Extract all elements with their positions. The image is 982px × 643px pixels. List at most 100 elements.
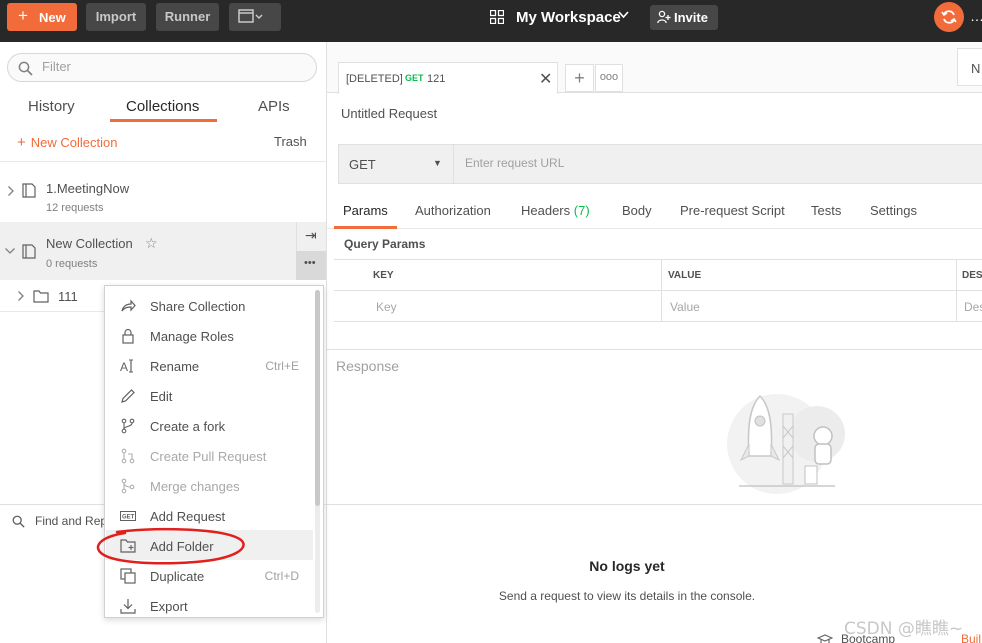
expand-panel-button[interactable]: ⇥ <box>296 222 326 251</box>
menu-item-manage-roles[interactable]: Manage Roles <box>106 320 313 350</box>
menu-item-label: Create Pull Request <box>150 449 267 464</box>
tab-body[interactable]: Body <box>622 203 652 218</box>
request-area: [DELETED] GET 121 ✕ + ooo N Untitled Req… <box>327 42 982 643</box>
request-url-input[interactable] <box>465 156 965 170</box>
filter-input[interactable] <box>42 59 292 74</box>
tab-deleted-flag: [DELETED] <box>346 73 403 85</box>
menu-item-duplicate[interactable]: Duplicate Ctrl+D <box>106 560 313 590</box>
request-tab[interactable]: [DELETED] GET 121 ✕ <box>338 62 558 94</box>
menu-item-create-fork[interactable]: Create a fork <box>106 410 313 440</box>
tab-headers[interactable]: Headers (7) <box>521 203 590 218</box>
expand-right-icon: ⇥ <box>305 227 317 243</box>
environment-selector[interactable]: N <box>957 48 982 86</box>
new-window-icon <box>238 9 263 23</box>
request-tab-bar: [DELETED] GET 121 ✕ + ooo N <box>327 42 982 94</box>
key-input[interactable]: Key <box>376 300 397 314</box>
top-bar: + New Import Runner My Workspace Invite <box>0 0 982 42</box>
svg-text:GET: GET <box>122 515 135 521</box>
build-link[interactable]: Buil <box>961 632 981 643</box>
tab-params[interactable]: Params <box>343 203 388 218</box>
plus-icon: + <box>18 6 28 25</box>
sync-button[interactable] <box>934 2 964 32</box>
method-dropdown[interactable]: GET ▼ <box>339 145 454 183</box>
menu-item-label: Add Request <box>150 509 226 524</box>
plus-icon: + <box>17 134 26 151</box>
menu-item-add-folder[interactable]: Add Folder <box>106 530 313 560</box>
merge-icon <box>121 478 135 494</box>
collection-name: New Collection <box>46 236 133 251</box>
add-user-icon <box>657 10 671 24</box>
collection-count: 12 requests <box>46 202 104 214</box>
star-icon[interactable]: ☆ <box>145 235 158 252</box>
new-tab-button[interactable]: + <box>565 64 594 92</box>
new-window-button[interactable] <box>229 3 281 31</box>
new-collection-label: New Collection <box>30 135 118 150</box>
headers-count: (7) <box>573 203 590 218</box>
add-folder-icon <box>120 539 136 553</box>
chevron-right-icon <box>8 186 14 196</box>
chevron-down-icon <box>5 248 15 254</box>
tab-history[interactable]: History <box>28 98 75 115</box>
close-icon[interactable]: ✕ <box>539 69 552 89</box>
new-collection-button[interactable]: + New Collection <box>17 134 117 151</box>
menu-item-create-pull-request[interactable]: Create Pull Request <box>106 440 313 470</box>
collection-item-selected[interactable]: New Collection ☆ 0 requests ⇥ ••• <box>0 222 326 280</box>
more-icon: ••• <box>304 257 316 269</box>
environment-label: N <box>971 61 981 76</box>
divider <box>327 228 982 229</box>
invite-label: Invite <box>674 10 708 25</box>
tab-apis[interactable]: APIs <box>258 98 290 115</box>
tab-collections[interactable]: Collections <box>126 98 199 115</box>
request-title[interactable]: Untitled Request <box>341 106 437 121</box>
menu-item-share-collection[interactable]: Share Collection <box>106 290 313 320</box>
tab-tests[interactable]: Tests <box>811 203 841 218</box>
collection-name: 1.MeetingNow <box>46 181 130 196</box>
menu-item-edit[interactable]: Edit <box>106 380 313 410</box>
menu-item-label: Edit <box>150 389 173 404</box>
chevron-right-icon <box>18 291 24 301</box>
trash-link[interactable]: Trash <box>274 134 307 149</box>
duplicate-icon <box>120 568 136 584</box>
menu-scrollbar[interactable] <box>315 290 320 506</box>
column-divider <box>956 260 957 322</box>
menu-item-add-request[interactable]: GET Add Request <box>106 500 313 530</box>
column-divider <box>661 260 662 322</box>
params-table: KEY VALUE DESC Key Value Des <box>334 259 982 322</box>
share-icon <box>121 299 136 312</box>
collection-icon <box>22 183 36 198</box>
menu-item-rename[interactable]: A Rename Ctrl+E <box>106 350 313 380</box>
new-button[interactable]: + New <box>7 3 77 31</box>
menu-item-label: Rename <box>150 359 200 374</box>
runner-button[interactable]: Runner <box>156 3 219 31</box>
column-header-description: DESC <box>962 270 982 281</box>
method-label: GET <box>349 157 376 172</box>
value-input[interactable]: Value <box>670 300 700 314</box>
invite-button[interactable]: Invite <box>650 5 718 30</box>
chevron-down-icon <box>618 11 629 19</box>
tab-pre-request-script[interactable]: Pre-request Script <box>680 203 785 218</box>
import-button[interactable]: Import <box>86 3 146 31</box>
folder-icon <box>33 290 49 303</box>
caret-down-icon: ▼ <box>433 158 442 168</box>
console-empty-title: No logs yet <box>589 558 665 574</box>
description-input[interactable]: Des <box>964 300 982 314</box>
column-header-key: KEY <box>373 270 394 281</box>
tab-authorization[interactable]: Authorization <box>415 203 491 218</box>
sync-icon <box>941 10 957 24</box>
fork-icon <box>121 418 135 434</box>
console-empty-subtitle: Send a request to view its details in th… <box>498 589 756 603</box>
find-replace-label: Find and Rep <box>35 514 108 528</box>
tab-settings[interactable]: Settings <box>870 203 917 218</box>
more-options-button[interactable]: ••• <box>296 251 326 280</box>
response-heading: Response <box>336 358 400 374</box>
menu-item-export[interactable]: Export <box>106 590 313 620</box>
collection-context-menu: Share Collection Manage Roles A Rename C… <box>104 285 324 618</box>
filter-field[interactable] <box>7 53 317 82</box>
workspace-label: My Workspace <box>516 9 621 26</box>
menu-item-merge-changes[interactable]: Merge changes <box>106 470 313 500</box>
tab-more-button[interactable]: ooo <box>595 64 623 92</box>
topbar-overflow[interactable]: … <box>970 8 982 24</box>
search-icon <box>12 515 25 528</box>
divider <box>0 161 326 162</box>
menu-item-label: Share Collection <box>150 299 246 314</box>
